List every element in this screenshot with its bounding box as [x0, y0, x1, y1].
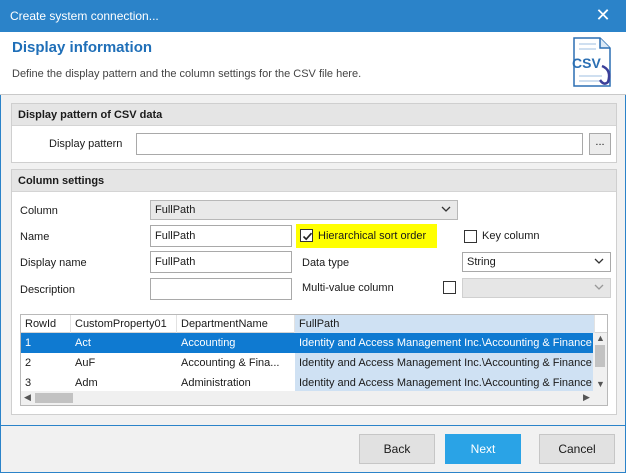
data-grid[interactable]: RowId CustomProperty01 DepartmentName Fu… [20, 314, 608, 406]
grid-cell: Identity and Access Management Inc.\Acco… [295, 333, 595, 353]
grid-horizontal-scrollbar[interactable]: ◀ ▶ [21, 391, 607, 405]
chevron-down-icon [594, 258, 604, 264]
dialog-footer: Back Next Cancel [0, 425, 626, 473]
data-type-label: Data type [302, 257, 350, 269]
column-label: Column [20, 205, 58, 217]
name-label: Name [20, 231, 50, 243]
grid-cell: 1 [21, 333, 71, 353]
display-pattern-section-title: Display pattern of CSV data [12, 104, 616, 126]
chevron-down-icon [594, 284, 604, 290]
hierarchical-sort-checkbox[interactable] [300, 229, 313, 242]
close-icon[interactable]: ✕ [580, 0, 626, 32]
display-pattern-browse-button[interactable]: ... [589, 133, 611, 155]
page-description: Define the display pattern and the colum… [12, 68, 362, 80]
display-name-input[interactable]: FullPath [150, 251, 292, 273]
scroll-down-icon[interactable]: ▼ [596, 379, 605, 389]
hierarchical-sort-label: Hierarchical sort order [318, 230, 427, 242]
table-row[interactable]: 2 AuF Accounting & Fina... Identity and … [21, 353, 595, 373]
grid-header-fullpath[interactable]: FullPath [295, 315, 595, 333]
key-column-label: Key column [482, 230, 540, 242]
display-pattern-panel: Display pattern of CSV data Display patt… [11, 103, 617, 163]
grid-cell: Adm [75, 377, 98, 389]
chevron-down-icon [441, 206, 451, 212]
grid-cell: Accounting [177, 333, 295, 353]
window-title: Create system connection... [10, 9, 159, 23]
name-input[interactable]: FullPath [150, 225, 292, 247]
table-row[interactable]: 3 Adm Administration Identity and Access… [21, 373, 595, 393]
page-title: Display information [12, 39, 153, 56]
grid-header-rowid[interactable]: RowId [21, 315, 71, 333]
data-type-select[interactable]: String [462, 252, 611, 272]
grid-cell: Accounting & Fina... [181, 357, 280, 369]
window-titlebar: Create system connection... ✕ [0, 0, 626, 32]
display-pattern-label: Display pattern [49, 138, 123, 150]
grid-cell: Identity and Access Management Inc.\Acco… [295, 353, 595, 373]
svg-text:CSV: CSV [572, 55, 601, 71]
page-header: Display information Define the display p… [0, 32, 626, 94]
display-pattern-input[interactable] [136, 133, 583, 155]
grid-cell: Administration [181, 377, 251, 389]
key-column-checkbox[interactable] [464, 230, 477, 243]
grid-cell: Act [71, 333, 177, 353]
scroll-up-icon[interactable]: ▲ [596, 333, 605, 343]
data-type-select-value: String [467, 256, 496, 268]
scroll-right-icon[interactable]: ▶ [583, 392, 590, 403]
back-button[interactable]: Back [359, 434, 435, 464]
grid-header-customproperty01[interactable]: CustomProperty01 [71, 315, 177, 333]
multi-value-label: Multi-value column [302, 282, 394, 294]
main-content: Display pattern of CSV data Display patt… [0, 95, 626, 425]
column-select[interactable]: FullPath [150, 200, 458, 220]
grid-cell: AuF [75, 357, 96, 369]
description-input[interactable] [150, 278, 292, 300]
display-name-label: Display name [20, 257, 87, 269]
column-settings-section-title: Column settings [12, 170, 616, 192]
grid-vertical-scrollbar[interactable]: ▲ ▼ [593, 333, 607, 391]
horizontal-scroll-thumb[interactable] [35, 393, 73, 403]
next-button[interactable]: Next [445, 434, 521, 464]
multi-value-select [462, 278, 611, 298]
cancel-button[interactable]: Cancel [539, 434, 615, 464]
description-label: Description [20, 284, 76, 296]
grid-cell: 2 [25, 357, 32, 369]
scroll-left-icon[interactable]: ◀ [24, 392, 31, 403]
grid-cell: 3 [25, 377, 32, 389]
csv-file-icon: CSV [572, 37, 611, 87]
checkmark-icon [302, 232, 313, 241]
column-settings-panel: Column settings Column FullPath Name Ful… [11, 169, 617, 415]
grid-cell: Identity and Access Management Inc.\Acco… [295, 373, 595, 393]
grid-header-departmentname[interactable]: DepartmentName [177, 315, 295, 333]
multi-value-checkbox[interactable] [443, 281, 456, 294]
column-select-value: FullPath [155, 204, 196, 216]
table-row[interactable]: 1 Act Accounting Identity and Access Man… [21, 333, 595, 353]
vertical-scroll-thumb[interactable] [595, 345, 605, 367]
grid-header: RowId CustomProperty01 DepartmentName Fu… [21, 315, 607, 333]
